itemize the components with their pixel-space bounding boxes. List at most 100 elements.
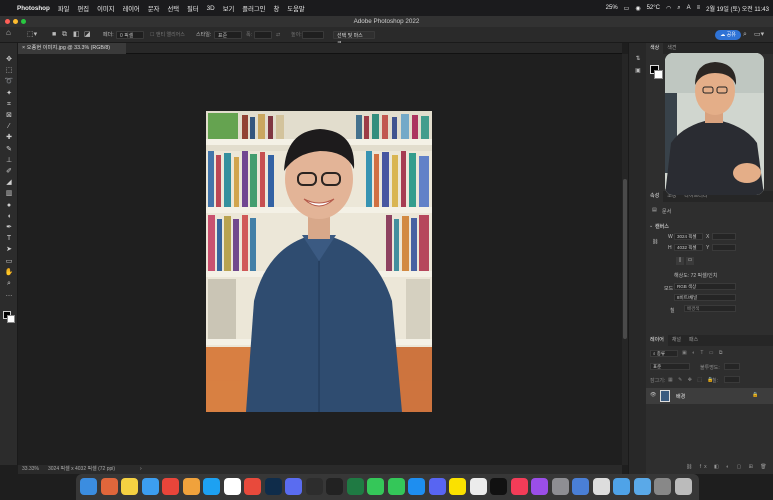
type-icon[interactable]: T: [3, 234, 15, 244]
search-menubar-icon[interactable]: ⌕: [677, 5, 680, 12]
mode-select[interactable]: RGB 색상: [674, 283, 736, 290]
history-brush-icon[interactable]: ✐: [3, 167, 15, 177]
tab-paths[interactable]: 패스: [685, 335, 702, 346]
close-window-button[interactable]: [5, 19, 10, 24]
layer-actions-icons[interactable]: ⛓ fx ◧ ◐ ▢ ⊞ 🗑: [686, 464, 770, 470]
comments-panel-icon[interactable]: ▣: [633, 67, 643, 76]
new-selection-icon[interactable]: ■: [52, 31, 56, 39]
menu-window[interactable]: 창: [273, 4, 279, 13]
photoshop-icon[interactable]: [264, 478, 282, 495]
document-tab[interactable]: × 오종현 이미지.jpg @ 33.3% (RGB/8): [18, 43, 126, 54]
menu-file[interactable]: 파일: [58, 4, 70, 13]
chrome-icon[interactable]: [162, 478, 179, 495]
battery-icon[interactable]: ▭: [624, 5, 630, 12]
appstore-icon[interactable]: [408, 478, 425, 495]
twitter-icon[interactable]: [203, 478, 220, 495]
menu-layer[interactable]: 레이어: [122, 4, 139, 13]
facetime-icon[interactable]: [367, 478, 384, 495]
landscape-orientation-icon[interactable]: ▭: [686, 257, 694, 265]
move-icon[interactable]: ✥: [3, 55, 15, 65]
select-mask-button[interactable]: 선택 및 마스크...: [333, 31, 375, 47]
excel-icon[interactable]: [346, 478, 364, 495]
more-icon[interactable]: …: [3, 290, 15, 300]
calendar-icon[interactable]: [223, 478, 241, 495]
music-icon[interactable]: [510, 478, 528, 495]
link-icon[interactable]: ⛓: [652, 239, 658, 245]
home-icon[interactable]: ⌂: [6, 29, 11, 37]
scrollbar-thumb[interactable]: [623, 179, 627, 339]
menu-edit[interactable]: 편집: [77, 4, 89, 13]
width-field[interactable]: 3024 픽셀: [674, 233, 703, 240]
folder-icon[interactable]: [613, 478, 630, 495]
settings-icon[interactable]: [551, 478, 569, 495]
zoom-icon[interactable]: ⌕: [3, 279, 15, 289]
battery-status[interactable]: 25%: [606, 5, 618, 11]
document-image[interactable]: [206, 111, 432, 412]
finder-icon[interactable]: [80, 478, 97, 495]
preview-icon[interactable]: [572, 478, 589, 495]
safari-icon[interactable]: [141, 478, 159, 495]
intersect-selection-icon[interactable]: ◪: [84, 31, 91, 39]
width-input[interactable]: [254, 31, 272, 39]
podcasts-icon[interactable]: [531, 478, 548, 495]
visibility-eye-icon[interactable]: 👁: [650, 392, 656, 398]
add-selection-icon[interactable]: ⧉: [62, 31, 67, 39]
layer-name[interactable]: 배경: [676, 393, 685, 400]
marquee-preset-icon[interactable]: ⬚▾: [27, 31, 37, 39]
menu-app-name[interactable]: Photoshop: [17, 5, 50, 12]
minimize-window-button[interactable]: [13, 19, 18, 24]
swap-icon[interactable]: ⇄: [276, 31, 280, 39]
history-panel-icon[interactable]: ⇅: [633, 55, 643, 64]
healing-icon[interactable]: ✚: [3, 133, 15, 143]
workspace-icon[interactable]: ▭▾: [754, 31, 764, 39]
appletv-icon[interactable]: [490, 478, 507, 495]
screenshot-icon[interactable]: [654, 478, 671, 495]
tab-properties[interactable]: 속성: [646, 191, 664, 202]
layer-row[interactable]: 👁 배경 🔒: [646, 388, 773, 404]
eraser-icon[interactable]: ◢: [3, 178, 15, 188]
rectangle-icon[interactable]: ▭: [3, 257, 15, 267]
downloads-icon[interactable]: [633, 478, 651, 495]
gradient-icon[interactable]: ▥: [3, 189, 15, 199]
magic-wand-icon[interactable]: ✦: [3, 89, 15, 99]
toolbar-background-color[interactable]: [7, 315, 15, 323]
fill-field[interactable]: [724, 376, 740, 383]
search-icon[interactable]: ⌕: [743, 31, 747, 39]
dodge-icon[interactable]: ◖: [3, 212, 15, 222]
canvas-section-chevron-icon[interactable]: ⌄: [649, 223, 653, 229]
background-color-swatch[interactable]: [654, 70, 663, 79]
launchpad-icon[interactable]: [100, 478, 118, 495]
menu-image[interactable]: 이미지: [97, 4, 114, 13]
menu-plugins[interactable]: 플러그인: [242, 4, 265, 13]
menu-type[interactable]: 문자: [148, 4, 160, 13]
zoom-window-button[interactable]: [21, 19, 26, 24]
input-source-icon[interactable]: A: [687, 5, 691, 11]
notes-icon[interactable]: [121, 478, 138, 495]
path-select-icon[interactable]: ➤: [3, 245, 15, 255]
y-field[interactable]: [712, 244, 736, 251]
layer-kind-filter[interactable]: ⌕ 종류: [650, 350, 678, 357]
discord-icon[interactable]: [428, 478, 446, 495]
pen-icon[interactable]: ✒: [3, 223, 15, 233]
lasso-icon[interactable]: ➰: [3, 77, 15, 87]
status-arrow-icon[interactable]: ›: [140, 465, 142, 474]
tab-channels[interactable]: 채널: [668, 335, 685, 346]
opacity-field[interactable]: [724, 363, 740, 370]
zoom-level[interactable]: 33.33%: [22, 465, 39, 474]
fill-select[interactable]: 배경색: [684, 305, 736, 312]
layer-filter-icons[interactable]: ▣ ◐ T ▭ ⧉: [682, 350, 724, 356]
trash-icon[interactable]: [674, 478, 692, 495]
clock[interactable]: 2월 19일 (토) 오전 11:43: [706, 4, 769, 13]
frame-icon[interactable]: ⊠: [3, 111, 15, 121]
marquee-icon[interactable]: ⬚: [3, 66, 15, 76]
tab-color[interactable]: 색상: [646, 43, 664, 54]
menu-filter[interactable]: 필터: [187, 4, 199, 13]
blend-mode-select[interactable]: 표준: [650, 363, 690, 370]
blur-icon[interactable]: ●: [3, 201, 15, 211]
crop-icon[interactable]: ⌗: [3, 100, 15, 110]
kakao-icon[interactable]: [449, 478, 466, 495]
eyedropper-icon[interactable]: ⁄: [3, 122, 15, 132]
portrait-orientation-icon[interactable]: ▯: [676, 257, 684, 265]
stamp-icon[interactable]: ⊥: [3, 156, 15, 166]
share-button[interactable]: ☁ 공유: [715, 30, 741, 40]
